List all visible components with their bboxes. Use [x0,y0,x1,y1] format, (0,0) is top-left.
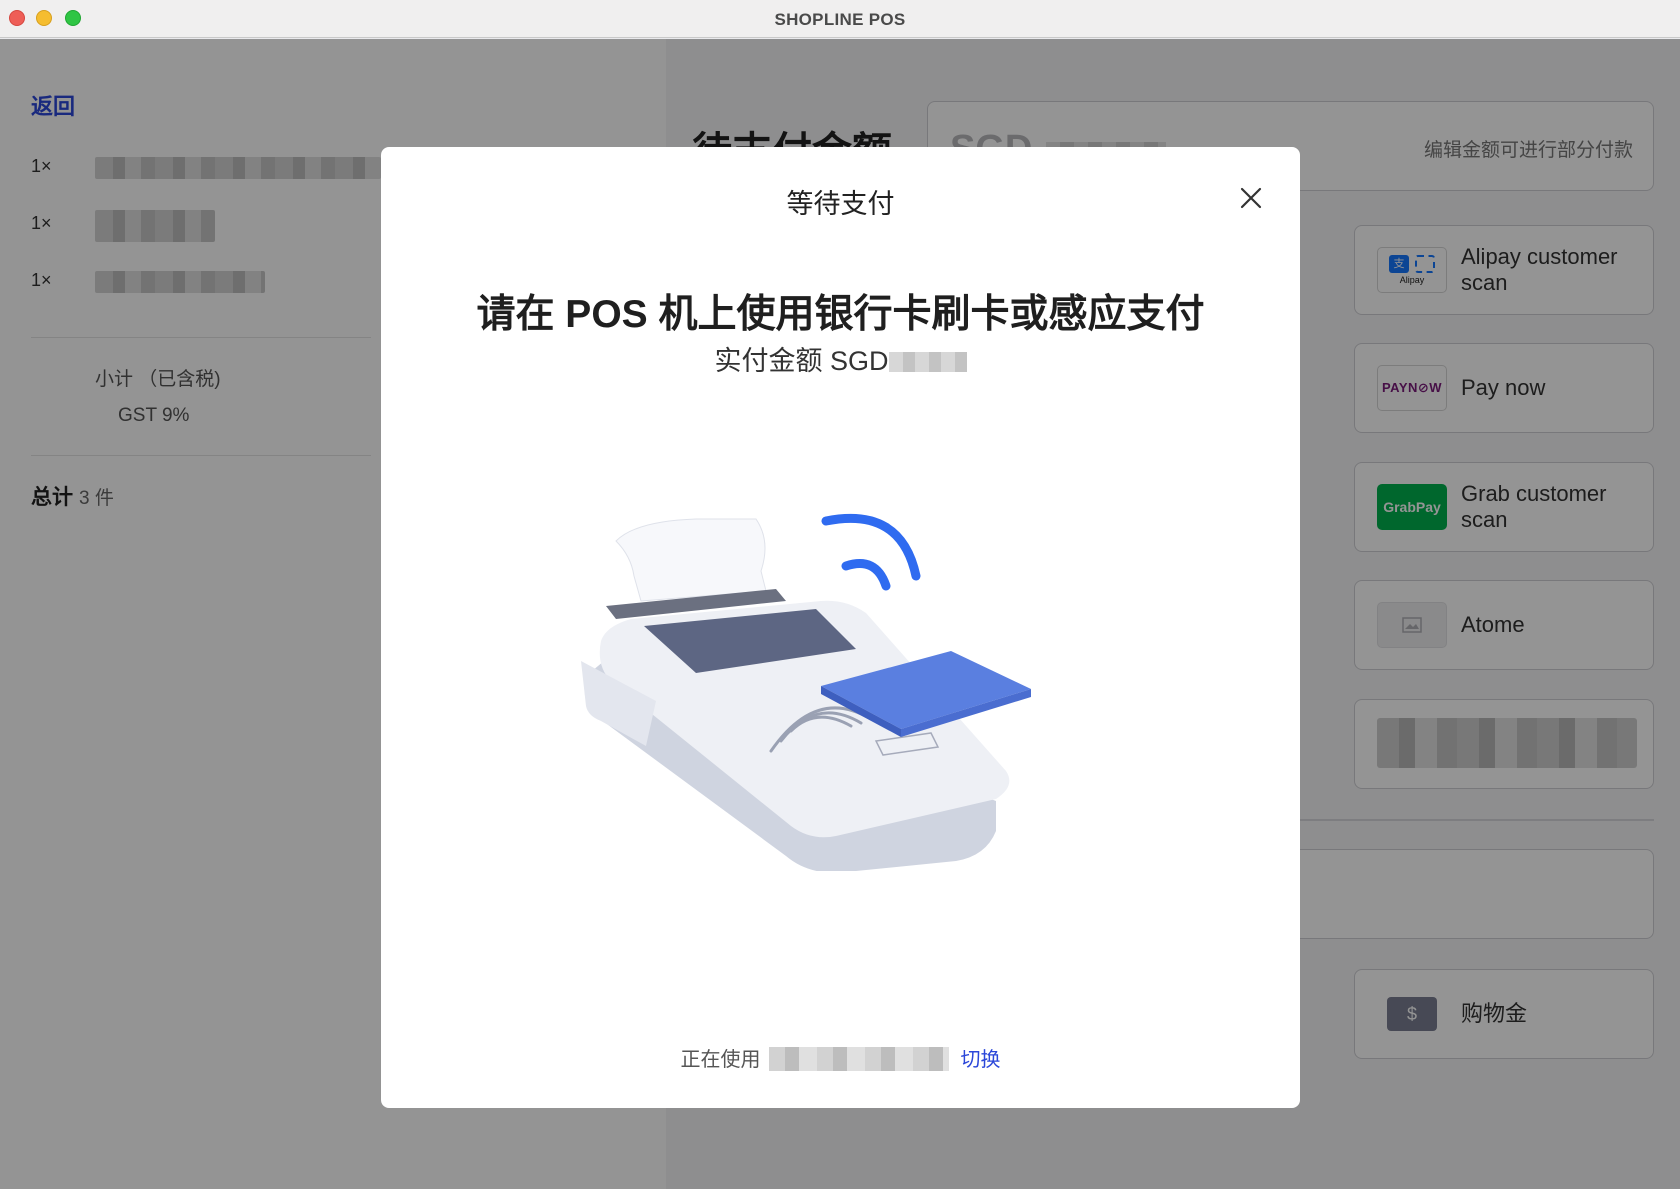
modal-instruction: 请在 POS 机上使用银行卡刷卡或感应支付 [476,293,1205,336]
waiting-payment-modal: 等待支付 请在 POS 机上使用银行卡刷卡或感应支付 实付金额 SGD 正在使用… [381,147,1300,1108]
paid-amount-label: 实付金额 SGD [714,346,889,376]
redacted-amount [888,352,967,372]
using-device-label: 正在使用 [680,1049,761,1071]
redacted-device-name [768,1047,949,1071]
pos-terminal-illustration [581,513,1031,871]
close-icon[interactable] [1236,183,1266,213]
window-titlebar: SHOPLINE POS [0,0,1680,38]
switch-device-link[interactable]: 切换 [961,1049,1001,1071]
modal-amount-row: 实付金额 SGD [381,339,1300,378]
modal-footer: 正在使用 切换 [381,1043,1300,1072]
modal-title: 等待支付 [786,189,895,219]
window-title: SHOPLINE POS [774,10,906,29]
